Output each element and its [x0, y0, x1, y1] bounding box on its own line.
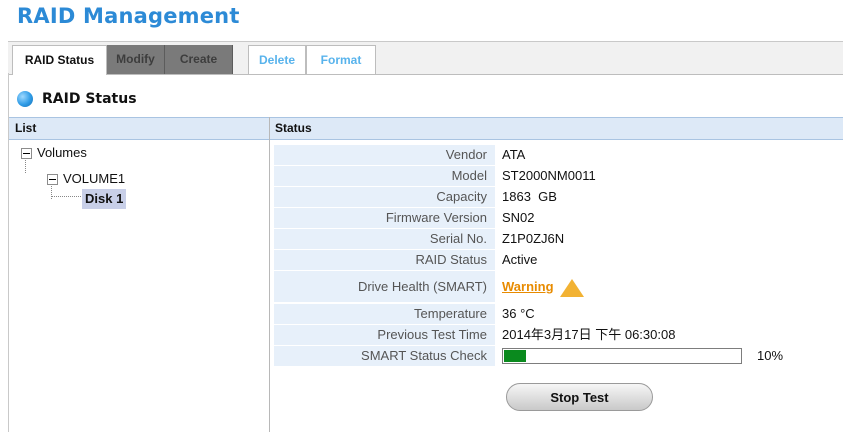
serial-value: Z1P0ZJ6N — [502, 231, 565, 246]
temperature-row: Temperature 36 °C — [274, 304, 843, 325]
stop-test-button[interactable]: Stop Test — [506, 383, 653, 411]
vendor-label: Vendor — [274, 145, 495, 165]
section-header: RAID Status — [17, 89, 137, 109]
smart-progress-fill — [504, 350, 526, 362]
raid-status-panel: RAID Status List Status Volumes VOLUME1 … — [8, 73, 843, 432]
model-value: ST2000NM0011 — [502, 168, 596, 183]
raid-status-label: RAID Status — [274, 250, 495, 270]
tab-format[interactable]: Format — [306, 45, 376, 74]
tree-node-label: Disk 1 — [82, 189, 127, 209]
drive-health-row: Drive Health (SMART) Warning — [274, 271, 843, 303]
raid-status-row: RAID Status Active — [274, 250, 843, 271]
tree-node-label: VOLUME1 — [63, 171, 126, 186]
drive-health-label: Drive Health (SMART) — [274, 271, 495, 302]
column-divider — [269, 117, 270, 432]
smart-progress-bar — [502, 348, 742, 364]
table-header: List Status — [9, 117, 843, 140]
collapse-icon[interactable] — [21, 147, 32, 159]
previous-test-row: Previous Test Time 2014年3月17日 下午 06:30:0… — [274, 325, 843, 346]
tab-raid-status[interactable]: RAID Status — [12, 45, 107, 75]
tree-node-disk1[interactable]: Disk 1 — [82, 189, 127, 209]
serial-row: Serial No. Z1P0ZJ6N — [274, 229, 843, 250]
previous-test-label: Previous Test Time — [274, 325, 495, 345]
capacity-value: 1863 GB — [502, 189, 557, 204]
tree-node-volumes[interactable]: Volumes — [21, 143, 87, 163]
list-column-header: List — [15, 121, 37, 135]
smart-check-label: SMART Status Check — [274, 346, 495, 366]
warning-link[interactable]: Warning — [502, 279, 554, 294]
tab-bar: RAID Status Modify Create Delete Format — [8, 41, 843, 75]
vendor-value: ATA — [502, 147, 526, 162]
tab-delete[interactable]: Delete — [248, 45, 306, 74]
smart-check-row: SMART Status Check 10% — [274, 346, 843, 367]
warning-triangle-icon — [559, 278, 584, 297]
serial-label: Serial No. — [274, 229, 495, 249]
raid-status-value: Active — [502, 252, 538, 267]
blue-bullet-icon — [17, 91, 33, 107]
collapse-icon[interactable] — [47, 173, 58, 185]
drive-health-value: Warning — [502, 271, 584, 302]
tab-create[interactable]: Create — [165, 45, 233, 74]
temperature-label: Temperature — [274, 304, 495, 324]
tree-connector — [51, 196, 81, 197]
temperature-value: 36 °C — [502, 306, 535, 321]
model-label: Model — [274, 166, 495, 186]
capacity-row: Capacity 1863 GB — [274, 187, 843, 208]
section-title: RAID Status — [42, 91, 137, 107]
firmware-value: SN02 — [502, 210, 535, 225]
firmware-label: Firmware Version — [274, 208, 495, 228]
status-column-header: Status — [275, 121, 312, 135]
tab-modify[interactable]: Modify — [107, 45, 165, 74]
page-title: RAID Management — [17, 4, 240, 28]
previous-test-value: 2014年3月17日 下午 06:30:08 — [502, 327, 676, 342]
vendor-row: Vendor ATA — [274, 145, 843, 166]
tree-node-volume1[interactable]: VOLUME1 — [47, 169, 125, 189]
tree-node-label: Volumes — [37, 145, 87, 160]
smart-progress-percent: 10% — [757, 348, 784, 363]
capacity-label: Capacity — [274, 187, 495, 207]
firmware-row: Firmware Version SN02 — [274, 208, 843, 229]
model-row: Model ST2000NM0011 — [274, 166, 843, 187]
